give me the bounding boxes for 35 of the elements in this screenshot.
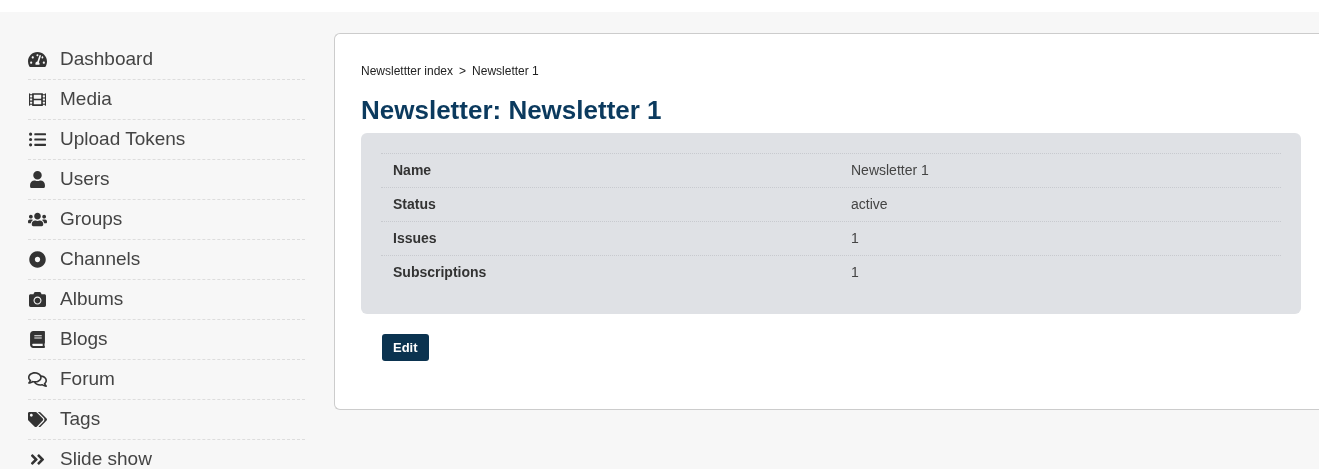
sidebar-item[interactable]: Channels [28, 240, 305, 280]
list-icon [28, 131, 47, 148]
sidebar-item[interactable]: Upload Tokens [28, 120, 305, 160]
detail-value: 1 [851, 263, 859, 282]
sidebar-item[interactable]: Forum [28, 360, 305, 400]
breadcrumb-link[interactable]: Newslettter index [361, 62, 454, 80]
sidebar-item[interactable]: Dashboard [28, 40, 305, 80]
comments-icon [28, 371, 47, 388]
page-title: Newsletter: Newsletter 1 [361, 94, 663, 126]
dashboard-icon [28, 51, 47, 68]
detail-label: Issues [392, 229, 438, 248]
detail-value: 1 [851, 229, 859, 248]
sidebar-item[interactable]: Albums [28, 280, 305, 320]
detail-label: Status [392, 195, 437, 214]
sidebar-item[interactable]: Blogs [28, 320, 305, 360]
breadcrumb-link[interactable]: Newsletter 1 [472, 62, 539, 80]
sidebar-item[interactable]: Tags [28, 400, 305, 440]
sidebar-item[interactable]: Media [28, 80, 305, 120]
breadcrumb-separator: > [459, 63, 467, 80]
book-icon [28, 331, 47, 348]
users-icon [28, 211, 47, 228]
camera-icon [28, 291, 47, 308]
detail-label: Name [392, 161, 433, 180]
sidebar-item[interactable]: Groups [28, 200, 305, 240]
detail-value: active [851, 195, 888, 214]
film-icon [28, 91, 47, 108]
detail-value: Newsletter 1 [851, 161, 929, 180]
double-chevron-icon [28, 451, 47, 468]
user-icon [28, 171, 47, 188]
detail-label: Subscriptions [392, 263, 488, 282]
edit-button[interactable]: Edit [382, 334, 429, 361]
tags-icon [28, 411, 47, 428]
sidebar-item[interactable]: Users [28, 160, 305, 200]
sidebar-item[interactable]: Slide show [28, 440, 305, 469]
target-icon [28, 251, 47, 268]
